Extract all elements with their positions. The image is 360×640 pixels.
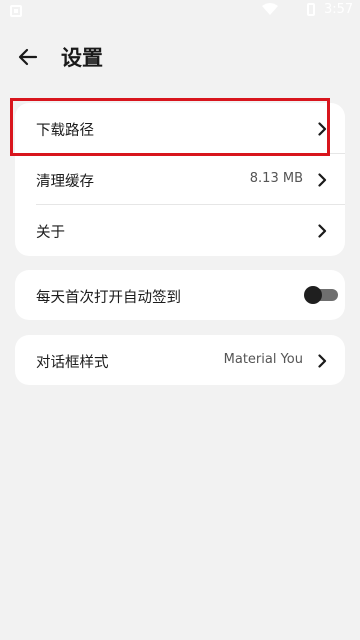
back-button[interactable] xyxy=(12,41,44,73)
about-label: 关于 xyxy=(36,225,65,241)
chevron-right-icon xyxy=(318,224,327,238)
arrow-left-icon xyxy=(18,48,38,66)
settings-card-checkin: 每天首次打开自动签到 xyxy=(15,270,345,320)
app-bar: 设置 xyxy=(0,36,360,78)
chevron-right-icon xyxy=(318,173,327,187)
auto-checkin-row[interactable]: 每天首次打开自动签到 xyxy=(15,270,345,320)
dialog-style-row[interactable]: 对话框样式 Material You xyxy=(15,335,345,385)
dialog-style-value: Material You xyxy=(223,352,303,367)
auto-checkin-toggle[interactable] xyxy=(304,286,340,304)
settings-card-dialog: 对话框样式 Material You xyxy=(15,335,345,385)
app-notification-icon xyxy=(10,5,22,17)
settings-card-general: 下载路径 清理缓存 8.13 MB 关于 xyxy=(15,103,345,256)
download-path-row[interactable]: 下载路径 xyxy=(15,103,345,154)
wifi-icon xyxy=(262,3,278,15)
about-row[interactable]: 关于 xyxy=(15,205,345,256)
toggle-thumb xyxy=(304,286,322,304)
clear-cache-label: 清理缓存 xyxy=(36,174,94,190)
auto-checkin-label: 每天首次打开自动签到 xyxy=(36,290,181,306)
page-title: 设置 xyxy=(61,46,103,70)
chevron-right-icon xyxy=(318,354,327,368)
clear-cache-row[interactable]: 清理缓存 8.13 MB xyxy=(15,154,345,205)
status-time: 3:57 xyxy=(324,2,354,17)
status-bar: 3:57 xyxy=(0,0,360,24)
chevron-right-icon xyxy=(318,122,327,136)
download-path-label: 下载路径 xyxy=(36,123,94,139)
battery-icon xyxy=(307,3,315,16)
dialog-style-label: 对话框样式 xyxy=(36,355,109,371)
cache-size-value: 8.13 MB xyxy=(249,171,303,186)
